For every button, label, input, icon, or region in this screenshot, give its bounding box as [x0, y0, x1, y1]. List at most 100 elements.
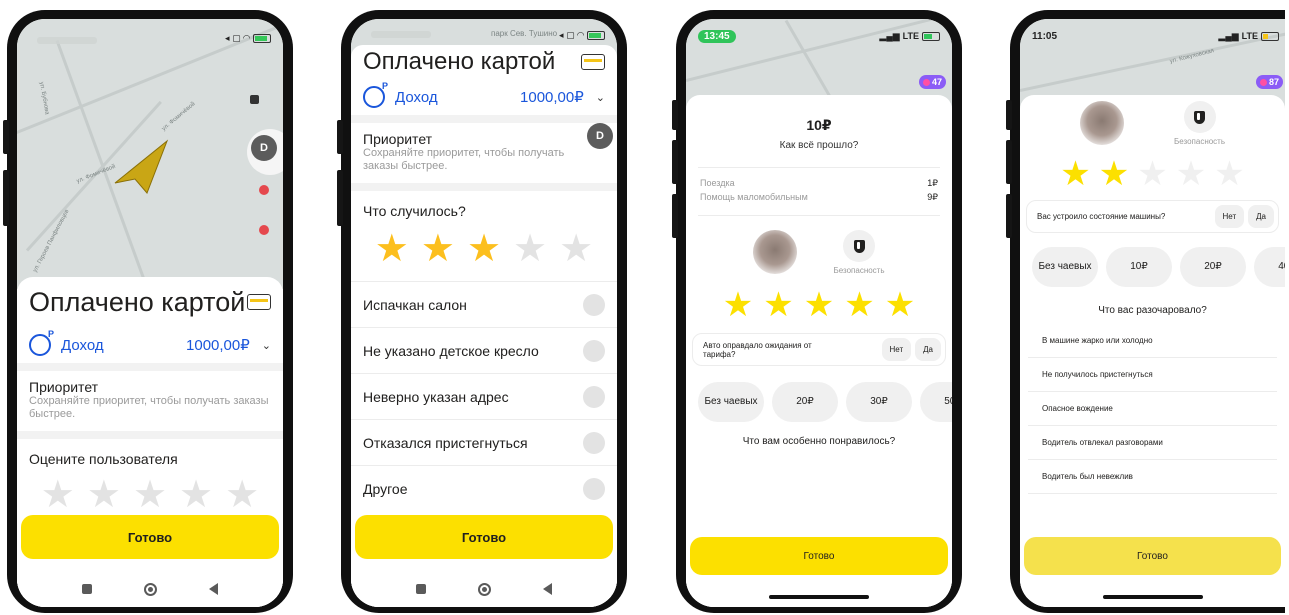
home-circle-icon[interactable]: [144, 582, 157, 596]
radio-button[interactable]: [583, 339, 605, 362]
screen-2: парк Сев. Тушино ◂ ▢ ◠ Оплачено картой Д…: [351, 19, 617, 607]
expectation-question: Авто оправдало ожидания от тарифа?: [703, 340, 812, 359]
tips-row: Без чаевых 10₽ 20₽ 40₽: [1020, 247, 1285, 287]
yes-button[interactable]: Да: [915, 338, 941, 361]
tip-option[interactable]: Без чаевых: [1032, 247, 1098, 287]
radio-button[interactable]: [583, 293, 605, 316]
rating-stars: ★ ★ ★ ★ ★: [686, 283, 952, 327]
reason-option[interactable]: Не получилось пристегнуться: [1028, 358, 1277, 392]
car-arrow-icon: [114, 139, 169, 194]
priority-subtitle: Сохраняйте приоритет, чтобы получать зак…: [363, 147, 565, 172]
back-triangle-icon[interactable]: [209, 583, 218, 595]
home-circle-icon[interactable]: [478, 582, 491, 596]
recents-square-icon[interactable]: [82, 584, 92, 594]
done-button[interactable]: Готово: [1024, 537, 1281, 575]
divider: [698, 215, 940, 216]
reason-label: Неверно указан адрес: [363, 388, 509, 405]
line-label: Помощь маломобильным: [700, 192, 808, 202]
reason-option[interactable]: Не указано детское кресло: [351, 327, 617, 373]
star-icon[interactable]: ★: [513, 227, 547, 271]
tips-row: Без чаевых 20₽ 30₽ 50₽: [686, 382, 952, 422]
star-icon[interactable]: ★: [844, 283, 874, 327]
what-happened-title: Что случилось?: [363, 203, 466, 219]
no-button[interactable]: Нет: [881, 338, 912, 361]
star-icon[interactable]: ★: [1214, 152, 1244, 196]
network-label: LTE: [1241, 31, 1258, 41]
safety-button[interactable]: Безопасность: [833, 230, 885, 275]
done-button[interactable]: Готово: [355, 515, 613, 559]
star-icon[interactable]: ★: [1099, 152, 1129, 196]
plus-icon: [1259, 78, 1267, 86]
tip-option[interactable]: 40₽: [1254, 247, 1285, 287]
side-button: [672, 100, 678, 130]
safety-icon-wrap: [1183, 101, 1216, 133]
back-triangle-icon[interactable]: [543, 583, 552, 595]
income-amount: 1000,00₽: [186, 337, 250, 354]
street-label: ул. Фомичёвой: [161, 101, 197, 133]
tip-option[interactable]: Без чаевых: [698, 382, 764, 422]
star-icon[interactable]: ★: [885, 283, 915, 327]
home-indicator[interactable]: [769, 595, 869, 599]
no-button[interactable]: Нет: [1214, 205, 1245, 228]
tip-option[interactable]: 10₽: [1106, 247, 1172, 287]
status-bar: 13:45 ▂▄▆ LTE: [698, 29, 940, 43]
star-icon[interactable]: ★: [559, 227, 593, 271]
star-icon[interactable]: ★: [467, 227, 501, 271]
phone-frame-4: ул. Кожуховская 11:05 ▂▄▆ LTE 87 Безопас…: [1006, 10, 1285, 613]
star-icon[interactable]: ★: [1137, 152, 1167, 196]
price-line: Помощь маломобильным 9₽: [686, 192, 952, 203]
income-row[interactable]: Доход 1000,00₽ ⌄: [351, 79, 617, 115]
safety-icon-wrap: [843, 230, 875, 262]
home-indicator[interactable]: [1102, 595, 1203, 599]
tip-option[interactable]: 20₽: [772, 382, 838, 422]
chevron-down-icon[interactable]: ⌄: [262, 339, 271, 352]
card-icon: [247, 294, 271, 310]
side-button: [672, 194, 678, 238]
side-button: [1006, 140, 1012, 184]
radio-button[interactable]: [583, 477, 605, 500]
star-icon[interactable]: ★: [723, 283, 753, 327]
reason-option[interactable]: Опасное вождение: [1028, 392, 1277, 426]
reason-option[interactable]: Водитель был невежлив: [1028, 460, 1277, 494]
safety-button[interactable]: Безопасность: [1174, 101, 1225, 146]
chevron-down-icon[interactable]: ⌄: [596, 91, 605, 104]
street-label: ул. Кожуховская: [1169, 48, 1215, 65]
avatar[interactable]: D: [587, 123, 613, 149]
reason-option[interactable]: В машине жарко или холодно: [1028, 324, 1277, 358]
tip-option[interactable]: 30₽: [846, 382, 912, 422]
expectation-question-box: Авто оправдало ожидания от тарифа? Нет Д…: [692, 333, 946, 366]
reason-label: Испачкан салон: [363, 296, 467, 313]
side-button: [337, 170, 343, 226]
phone-frame-1: ◂ ▢ ◠ ул. Фомичёвой ул. Фомичёвой ул. Ге…: [3, 10, 293, 613]
map[interactable]: ◂ ▢ ◠ ул. Фомичёвой ул. Фомичёвой ул. Ге…: [17, 19, 283, 289]
tip-option[interactable]: 50₽: [920, 382, 952, 422]
radio-button[interactable]: [583, 431, 605, 454]
side-button: [1006, 194, 1012, 238]
star-icon[interactable]: ★: [1060, 152, 1090, 196]
avatar[interactable]: D: [251, 135, 277, 161]
radio-button[interactable]: [583, 385, 605, 408]
reason-option[interactable]: Неверно указан адрес: [351, 373, 617, 419]
plus-badge[interactable]: 87: [1255, 75, 1283, 89]
income-row[interactable]: Доход 1000,00₽ ⌄: [17, 327, 283, 363]
star-icon[interactable]: ★: [804, 283, 834, 327]
network-label: LTE: [902, 31, 919, 41]
plus-badge[interactable]: 47: [918, 75, 946, 89]
tip-option[interactable]: 20₽: [1180, 247, 1246, 287]
reason-option[interactable]: Отказался пристегнуться: [351, 419, 617, 465]
yes-button[interactable]: Да: [1248, 205, 1274, 228]
reason-option[interactable]: Водитель отвлекал разговорами: [1028, 426, 1277, 460]
star-icon[interactable]: ★: [763, 283, 793, 327]
reason-option[interactable]: Испачкан салон: [351, 281, 617, 327]
done-button[interactable]: Готово: [21, 515, 279, 559]
reason-label: Не указано детское кресло: [363, 342, 539, 359]
star-icon[interactable]: ★: [375, 227, 409, 271]
priority-subtitle: Сохраняйте приоритет, чтобы получать зак…: [29, 395, 269, 420]
reason-option[interactable]: Другое: [351, 465, 617, 511]
recents-square-icon[interactable]: [416, 584, 426, 594]
star-icon[interactable]: ★: [1176, 152, 1206, 196]
star-icon[interactable]: ★: [421, 227, 455, 271]
battery-icon: [922, 31, 940, 41]
done-button[interactable]: Готово: [690, 537, 948, 575]
signal-icon: ▂▄▆: [1218, 30, 1239, 41]
